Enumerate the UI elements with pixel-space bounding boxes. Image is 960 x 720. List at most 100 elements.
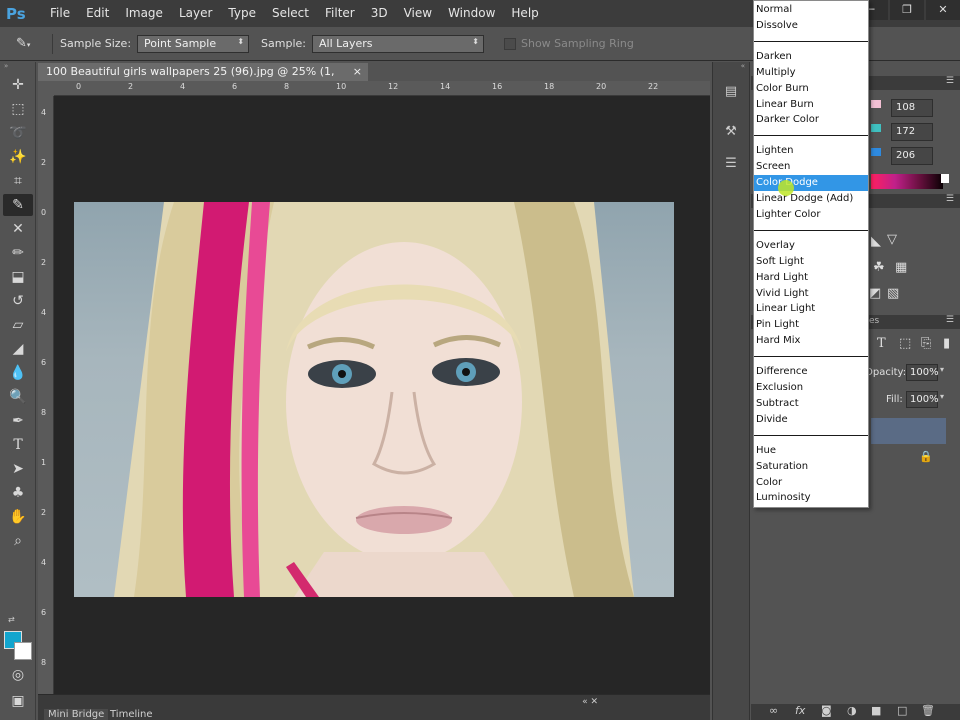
shape-layer-filter-icon[interactable]: ⬚ <box>899 336 911 351</box>
menu-window[interactable]: Window <box>440 0 503 27</box>
blend-mode-luminosity[interactable]: Luminosity <box>754 490 868 506</box>
blend-mode-dissolve[interactable]: Dissolve <box>754 18 868 34</box>
smart-object-filter-icon[interactable]: ⎘ <box>921 336 931 351</box>
blend-mode-color-burn[interactable]: Color Burn <box>754 81 868 97</box>
blend-mode-divide[interactable]: Divide <box>754 412 868 428</box>
link-layers-icon[interactable]: ∞ <box>769 704 778 717</box>
document-photo[interactable] <box>74 202 674 597</box>
blue-value-field[interactable]: 206 <box>891 147 933 165</box>
blend-mode-screen[interactable]: Screen <box>754 159 868 175</box>
blend-mode-darken[interactable]: Darken <box>754 49 868 65</box>
blur-tool-icon[interactable]: 💧 <box>3 362 33 384</box>
blend-mode-subtract[interactable]: Subtract <box>754 396 868 412</box>
blend-mode-hard-mix[interactable]: Hard Mix <box>754 333 868 349</box>
blend-mode-linear-burn[interactable]: Linear Burn <box>754 97 868 113</box>
red-value-field[interactable]: 108 <box>891 99 933 117</box>
blend-mode-linear-light[interactable]: Linear Light <box>754 301 868 317</box>
blend-mode-normal[interactable]: Normal <box>754 2 868 18</box>
new-layer-icon[interactable]: □ <box>897 704 907 717</box>
eyedropper-tool-icon[interactable]: ✎ <box>3 194 33 216</box>
move-tool-icon[interactable]: ✛ <box>3 74 33 96</box>
selected-layer-row[interactable] <box>871 418 946 444</box>
layers-tab-label[interactable]: es <box>869 316 879 326</box>
paint-bucket-tool-icon[interactable]: ◢ <box>3 338 33 360</box>
menu-filter[interactable]: Filter <box>317 0 363 27</box>
menu-file[interactable]: File <box>42 0 78 27</box>
menu-type[interactable]: Type <box>220 0 264 27</box>
channel-mixer-icon[interactable]: ☘ <box>873 260 885 275</box>
color-spectrum[interactable] <box>871 174 949 189</box>
blend-mode-color-dodge[interactable]: Color Dodge <box>754 175 868 192</box>
blend-mode-difference[interactable]: Difference <box>754 364 868 380</box>
close-document-icon[interactable]: × <box>353 63 362 81</box>
color-lookup-icon[interactable]: ▦ <box>895 260 907 275</box>
screen-mode-icon[interactable]: ▣ <box>3 690 33 712</box>
blend-mode-exclusion[interactable]: Exclusion <box>754 380 868 396</box>
collapse-arrows-icon[interactable]: « <box>713 62 749 70</box>
blend-mode-linear-dodge-add[interactable]: Linear Dodge (Add) <box>754 191 868 207</box>
collapse-arrows-icon[interactable]: » <box>0 62 35 72</box>
hand-tool-icon[interactable]: ✋ <box>3 506 33 528</box>
lasso-tool-icon[interactable]: ➰ <box>3 122 33 144</box>
type-layer-filter-icon[interactable]: T <box>877 336 886 351</box>
close-button[interactable]: ✕ <box>926 0 960 20</box>
threshold-icon[interactable]: ▧ <box>887 286 899 301</box>
magic-wand-tool-icon[interactable]: ✨ <box>3 146 33 168</box>
blend-mode-soft-light[interactable]: Soft Light <box>754 254 868 270</box>
panel-menu-icon[interactable]: ☰ <box>946 76 954 86</box>
blend-mode-dropdown[interactable]: Normal Dissolve Darken Multiply Color Burn Li… <box>753 0 869 508</box>
filter-toggle-icon[interactable]: ▮ <box>943 336 950 351</box>
show-sampling-ring-checkbox[interactable] <box>503 37 516 50</box>
pen-tool-icon[interactable]: ✒ <box>3 410 33 432</box>
blend-mode-lighter-color[interactable]: Lighter Color <box>754 207 868 223</box>
ruler-origin[interactable] <box>38 81 54 96</box>
blend-mode-overlay[interactable]: Overlay <box>754 238 868 254</box>
eyedropper-preset-icon[interactable]: ✎▾ <box>16 36 46 51</box>
menu-edit[interactable]: Edit <box>78 0 117 27</box>
healing-brush-tool-icon[interactable]: ✕ <box>3 218 33 240</box>
blend-mode-darker-color[interactable]: Darker Color <box>754 112 868 128</box>
panel-menu-icon[interactable]: ☰ <box>946 315 954 325</box>
quick-mask-icon[interactable]: ◎ <box>3 664 33 686</box>
properties-panel-icon[interactable]: ☰ <box>718 152 744 174</box>
menu-select[interactable]: Select <box>264 0 317 27</box>
invert-icon[interactable]: ◩ <box>869 286 881 301</box>
zoom-tool-icon[interactable]: ⌕ <box>3 530 33 552</box>
sample-size-select[interactable]: Point Sample ⬍ <box>137 34 250 53</box>
blend-mode-hue[interactable]: Hue <box>754 443 868 459</box>
layer-style-icon[interactable]: fx <box>795 704 805 717</box>
opacity-field[interactable]: 100% <box>906 364 939 381</box>
blend-mode-saturation[interactable]: Saturation <box>754 459 868 475</box>
path-selection-tool-icon[interactable]: ➤ <box>3 458 33 480</box>
background-color-swatch[interactable] <box>14 642 32 660</box>
fill-field[interactable]: 100% <box>906 391 939 408</box>
chevron-down-icon[interactable]: ▾ <box>940 392 944 401</box>
blend-mode-vivid-light[interactable]: Vivid Light <box>754 286 868 302</box>
tool-presets-icon[interactable]: ⚒ <box>718 120 744 142</box>
type-tool-icon[interactable]: T <box>3 434 33 456</box>
eraser-tool-icon[interactable]: ▱ <box>3 314 33 336</box>
tab-timeline[interactable]: Timeline <box>110 709 153 720</box>
tab-mini-bridge[interactable]: Mini Bridge <box>44 709 109 720</box>
adjustment-layer-icon[interactable]: ◑ <box>847 704 857 717</box>
menu-view[interactable]: View <box>396 0 440 27</box>
marquee-tool-icon[interactable]: ⬚ <box>3 98 33 120</box>
sample-select[interactable]: All Layers ⬍ <box>311 34 484 53</box>
menu-layer[interactable]: Layer <box>171 0 220 27</box>
menu-help[interactable]: Help <box>503 0 546 27</box>
history-panel-icon[interactable]: ▤ <box>718 80 744 102</box>
blend-mode-multiply[interactable]: Multiply <box>754 65 868 81</box>
restore-button[interactable]: ❐ <box>890 0 924 20</box>
levels-icon[interactable]: ◣ <box>871 234 881 249</box>
crop-tool-icon[interactable]: ⌗ <box>3 170 33 192</box>
dodge-tool-icon[interactable]: 🔍 <box>3 386 33 408</box>
gradient-map-icon[interactable]: ▽ <box>887 232 897 247</box>
clone-stamp-tool-icon[interactable]: ⬓ <box>3 266 33 288</box>
bottom-panel-controls[interactable]: « ✕ <box>582 697 598 707</box>
blend-mode-color[interactable]: Color <box>754 475 868 491</box>
custom-shape-tool-icon[interactable]: ♣ <box>3 482 33 504</box>
blend-mode-hard-light[interactable]: Hard Light <box>754 270 868 286</box>
new-group-icon[interactable]: ■ <box>871 704 881 717</box>
menu-image[interactable]: Image <box>117 0 171 27</box>
canvas-area[interactable] <box>54 96 710 694</box>
